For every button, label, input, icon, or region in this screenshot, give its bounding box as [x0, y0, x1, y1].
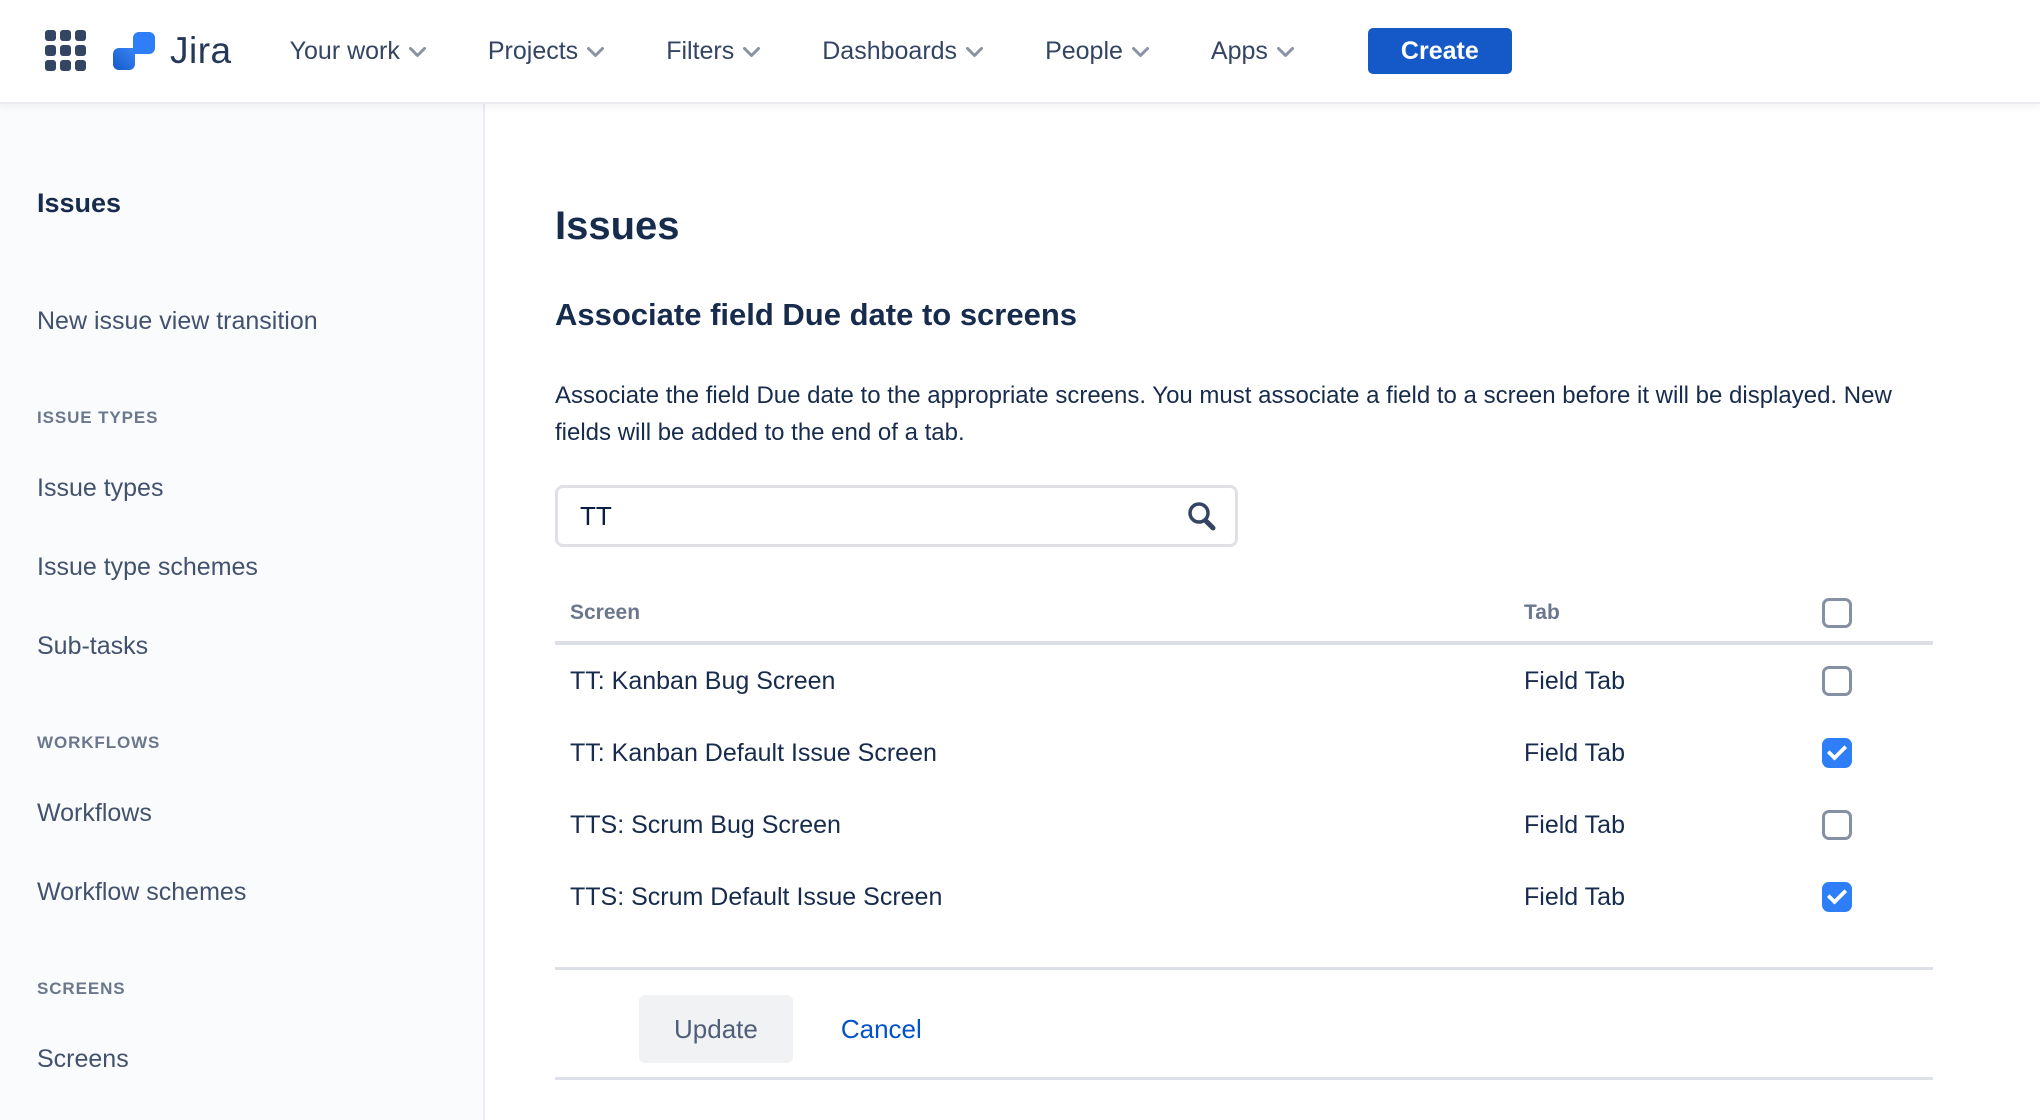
column-header-tab: Tab — [1524, 601, 1822, 625]
row-tab-name: Field Tab — [1524, 667, 1822, 696]
sidebar-title: Issues — [37, 188, 463, 219]
section-heading: Associate field Due date to screens — [555, 297, 1980, 333]
row-screen-name: TTS: Scrum Bug Screen — [570, 811, 1524, 840]
jira-logo[interactable]: Jira — [110, 27, 232, 75]
screens-table: Screen Tab TT: Kanban Bug Screen Field T… — [555, 585, 1933, 933]
sidebar-item-issue-type-schemes[interactable]: Issue type schemes — [37, 553, 463, 582]
chevron-down-icon — [1277, 47, 1294, 58]
nav-item-people[interactable]: People — [1045, 37, 1149, 66]
row-tab-name: Field Tab — [1524, 811, 1822, 840]
page-title: Issues — [555, 204, 1980, 249]
sidebar-item-issue-types[interactable]: Issue types — [37, 474, 463, 503]
row-screen-name: TTS: Scrum Default Issue Screen — [570, 883, 1524, 912]
row-checkbox[interactable] — [1822, 810, 1852, 840]
sidebar-item-workflows[interactable]: Workflows — [37, 799, 463, 828]
chevron-down-icon — [966, 47, 983, 58]
row-tab-name: Field Tab — [1524, 739, 1822, 768]
row-tab-name: Field Tab — [1524, 883, 1822, 912]
nav-item-label: People — [1045, 37, 1123, 66]
update-button[interactable]: Update — [639, 995, 793, 1063]
app-switcher-icon[interactable] — [44, 29, 88, 73]
nav-menu: Your work Projects Filters Dashboards Pe… — [290, 37, 1356, 66]
sidebar-item-new-issue-view-transition[interactable]: New issue view transition — [37, 307, 463, 336]
nav-item-your-work[interactable]: Your work — [290, 37, 426, 66]
screen-filter-input[interactable] — [578, 500, 1185, 533]
sidebar-section-label-screens: SCREENS — [37, 979, 463, 999]
nav-item-filters[interactable]: Filters — [666, 37, 760, 66]
table-row: TT: Kanban Default Issue Screen Field Ta… — [555, 717, 1933, 789]
sidebar-item-screens[interactable]: Screens — [37, 1045, 463, 1074]
chevron-down-icon — [587, 47, 604, 58]
nav-item-label: Dashboards — [822, 37, 957, 66]
nav-item-dashboards[interactable]: Dashboards — [822, 37, 983, 66]
chevron-down-icon — [409, 47, 426, 58]
nav-item-label: Filters — [666, 37, 734, 66]
row-checkbox[interactable] — [1822, 882, 1852, 912]
main-content: Issues Associate field Due date to scree… — [485, 104, 2040, 1120]
nav-item-apps[interactable]: Apps — [1211, 37, 1294, 66]
table-row: TTS: Scrum Default Issue Screen Field Ta… — [555, 861, 1933, 933]
nav-item-label: Projects — [488, 37, 578, 66]
sidebar-section-label-workflows: WORKFLOWS — [37, 733, 463, 753]
search-icon[interactable] — [1185, 500, 1217, 532]
nav-item-label: Your work — [290, 37, 400, 66]
create-button[interactable]: Create — [1368, 28, 1512, 74]
table-row: TT: Kanban Bug Screen Field Tab — [555, 645, 1933, 717]
row-screen-name: TT: Kanban Bug Screen — [570, 667, 1524, 696]
footer-bottom-divider — [555, 1077, 1933, 1080]
chevron-down-icon — [1132, 47, 1149, 58]
form-actions: Update Cancel — [555, 970, 1980, 1077]
sidebar-item-sub-tasks[interactable]: Sub-tasks — [37, 632, 463, 661]
description-text: Associate the field Due date to the appr… — [555, 377, 1923, 451]
table-header-row: Screen Tab — [555, 585, 1933, 645]
nav-item-projects[interactable]: Projects — [488, 37, 604, 66]
select-all-checkbox[interactable] — [1822, 598, 1852, 628]
cancel-link[interactable]: Cancel — [841, 1014, 922, 1045]
row-screen-name: TT: Kanban Default Issue Screen — [570, 739, 1524, 768]
nav-item-label: Apps — [1211, 37, 1268, 66]
sidebar: Issues New issue view transition ISSUE T… — [0, 104, 485, 1120]
table-row: TTS: Scrum Bug Screen Field Tab — [555, 789, 1933, 861]
jira-logo-text: Jira — [170, 30, 232, 72]
column-header-screen: Screen — [570, 601, 1524, 625]
screen-filter-field — [555, 485, 1238, 547]
sidebar-section-label-issue-types: ISSUE TYPES — [37, 408, 463, 428]
row-checkbox[interactable] — [1822, 666, 1852, 696]
chevron-down-icon — [743, 47, 760, 58]
jira-logo-mark-icon — [110, 27, 158, 75]
top-nav: Jira Your work Projects Filters Dashboar… — [0, 0, 2040, 104]
row-checkbox[interactable] — [1822, 738, 1852, 768]
grid-icon — [45, 30, 87, 72]
sidebar-item-workflow-schemes[interactable]: Workflow schemes — [37, 878, 463, 907]
